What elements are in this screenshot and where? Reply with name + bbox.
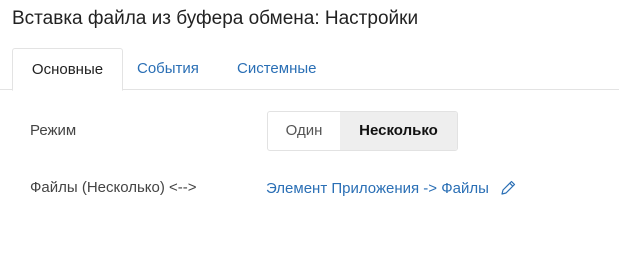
tab-system[interactable]: Системные	[237, 48, 316, 90]
mode-option-single[interactable]: Один	[268, 112, 340, 150]
mode-label: Режим	[30, 122, 77, 139]
tab-events[interactable]: События	[137, 48, 199, 90]
tab-bar: Основные События Системные	[0, 48, 619, 91]
files-binding-link[interactable]: Элемент Приложения -> Файлы	[266, 179, 517, 197]
mode-option-multiple[interactable]: Несколько	[340, 112, 457, 150]
settings-dialog: Вставка файла из буфера обмена: Настройк…	[0, 0, 619, 269]
files-label: Файлы (Несколько) <-->	[30, 179, 197, 196]
tab-main[interactable]: Основные	[12, 48, 123, 91]
files-binding-value[interactable]: Элемент Приложения -> Файлы	[266, 180, 489, 197]
mode-toggle: Один Несколько	[267, 111, 458, 151]
pencil-icon[interactable]	[499, 179, 517, 197]
dialog-title: Вставка файла из буфера обмена: Настройк…	[12, 8, 419, 29]
